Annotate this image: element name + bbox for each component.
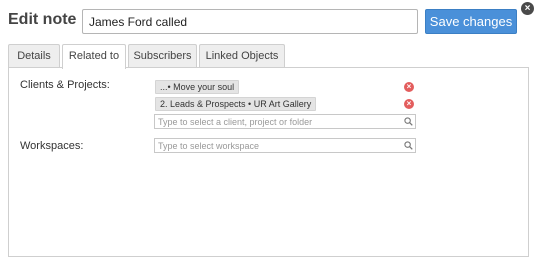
workspaces-label: Workspaces: bbox=[20, 140, 84, 152]
save-changes-button[interactable]: Save changes bbox=[425, 9, 517, 34]
remove-icon[interactable]: × bbox=[404, 99, 414, 109]
search-icon bbox=[404, 117, 413, 126]
tab-subscribers[interactable]: Subscribers bbox=[128, 44, 197, 68]
tab-details[interactable]: Details bbox=[8, 44, 60, 68]
client-project-search-input[interactable] bbox=[154, 114, 416, 129]
workspace-search-input[interactable] bbox=[154, 138, 416, 153]
related-item-chip: 2. Leads & Prospects • UR Art Gallery bbox=[155, 97, 317, 111]
remove-icon[interactable]: × bbox=[404, 82, 414, 92]
dialog-title: Edit note bbox=[8, 11, 77, 28]
search-icon bbox=[404, 141, 413, 150]
related-to-panel: Clients & Projects: ...• Move your soul … bbox=[8, 67, 529, 257]
tab-linked-objects[interactable]: Linked Objects bbox=[199, 44, 285, 68]
close-icon[interactable]: × bbox=[521, 2, 534, 15]
related-item-chip: ...• Move your soul bbox=[155, 80, 240, 94]
tab-related-to[interactable]: Related to bbox=[62, 44, 126, 69]
note-title-input[interactable] bbox=[82, 9, 418, 34]
clients-projects-label: Clients & Projects: bbox=[20, 79, 110, 91]
